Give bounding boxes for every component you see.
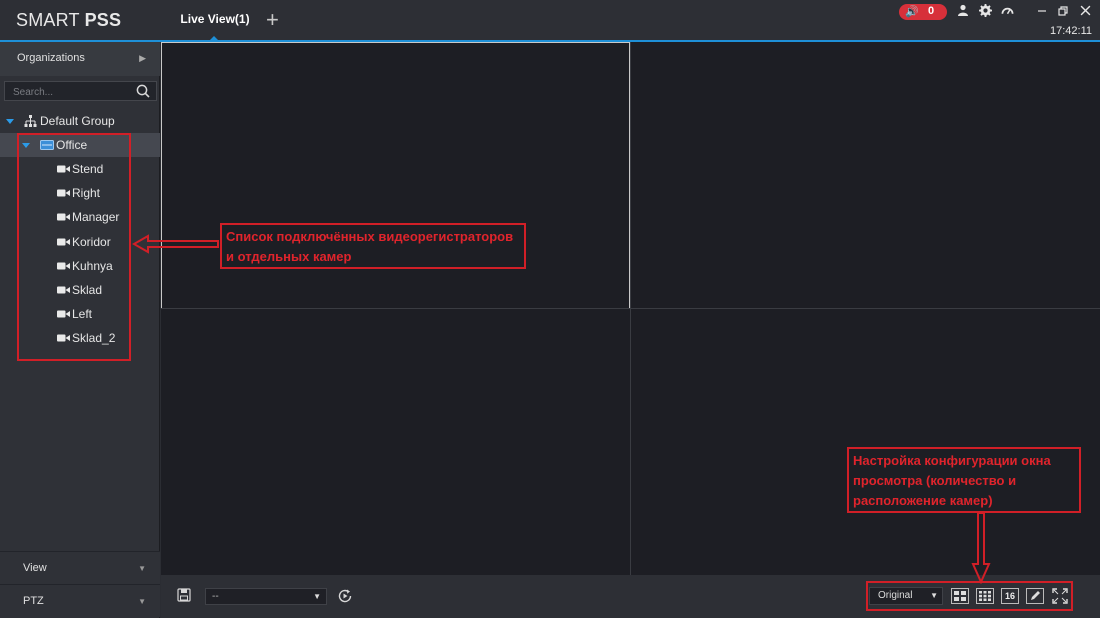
- search-icon[interactable]: [136, 83, 150, 99]
- view-panel-header[interactable]: View ▼: [0, 551, 160, 584]
- active-tab-indicator: [209, 36, 219, 41]
- annotation-camera-list-frame: [17, 133, 131, 361]
- video-window-2[interactable]: [631, 42, 1100, 308]
- clock: 17:42:11: [1049, 25, 1092, 37]
- view-select-value: --: [212, 591, 219, 602]
- annotation-arrow-down: [971, 512, 991, 584]
- speaker-icon: 🔊: [905, 6, 919, 18]
- grid-divider: [161, 308, 1100, 309]
- add-tab-button[interactable]: +: [266, 8, 279, 32]
- annotation-layout-text: Настройка конфигурации окна просмотра (к…: [847, 447, 1081, 513]
- view-label: View: [23, 562, 47, 574]
- video-window-3[interactable]: [161, 309, 630, 575]
- chevron-down-icon: ▼: [138, 597, 146, 606]
- ptz-panel-header[interactable]: PTZ ▼: [0, 584, 160, 617]
- organizations-label: Organizations: [17, 52, 85, 64]
- expand-arrow-icon[interactable]: [6, 119, 14, 124]
- alarm-badge[interactable]: 🔊 0: [899, 4, 947, 20]
- video-window-4[interactable]: [631, 309, 1100, 575]
- ptz-label: PTZ: [23, 595, 44, 607]
- annotation-arrow-left: [132, 234, 219, 254]
- chevron-down-icon: ▼: [313, 592, 321, 601]
- gauge-icon[interactable]: [999, 4, 1015, 19]
- restore-icon[interactable]: [1055, 4, 1071, 19]
- view-select[interactable]: -- ▼: [205, 588, 327, 605]
- annotation-layout-frame: [866, 581, 1073, 611]
- minimize-icon[interactable]: [1034, 4, 1050, 19]
- gear-icon[interactable]: [977, 4, 993, 20]
- organizations-header[interactable]: Organizations ▶: [0, 42, 160, 76]
- app-logo: SMART PSS: [16, 10, 122, 30]
- organization-icon: [24, 115, 37, 127]
- annotation-camera-list-text: Список подключённых видеорегистраторов и…: [220, 223, 526, 269]
- title-bar: SMART PSS Live View(1) + 🔊 0 17:42:11: [0, 0, 1100, 42]
- search-box: [4, 81, 157, 102]
- chevron-down-icon: ▼: [138, 564, 146, 573]
- save-view-icon[interactable]: [177, 588, 193, 604]
- search-input[interactable]: [5, 83, 123, 102]
- close-icon[interactable]: [1077, 4, 1093, 19]
- chevron-right-icon: ▶: [139, 53, 146, 63]
- tree-group-default[interactable]: Default Group: [0, 109, 160, 133]
- tour-play-icon[interactable]: [337, 588, 353, 604]
- alarm-count: 0: [928, 5, 935, 17]
- tab-live-view[interactable]: Live View(1): [174, 0, 256, 40]
- user-icon[interactable]: [955, 4, 971, 19]
- tree-label: Default Group: [40, 114, 115, 128]
